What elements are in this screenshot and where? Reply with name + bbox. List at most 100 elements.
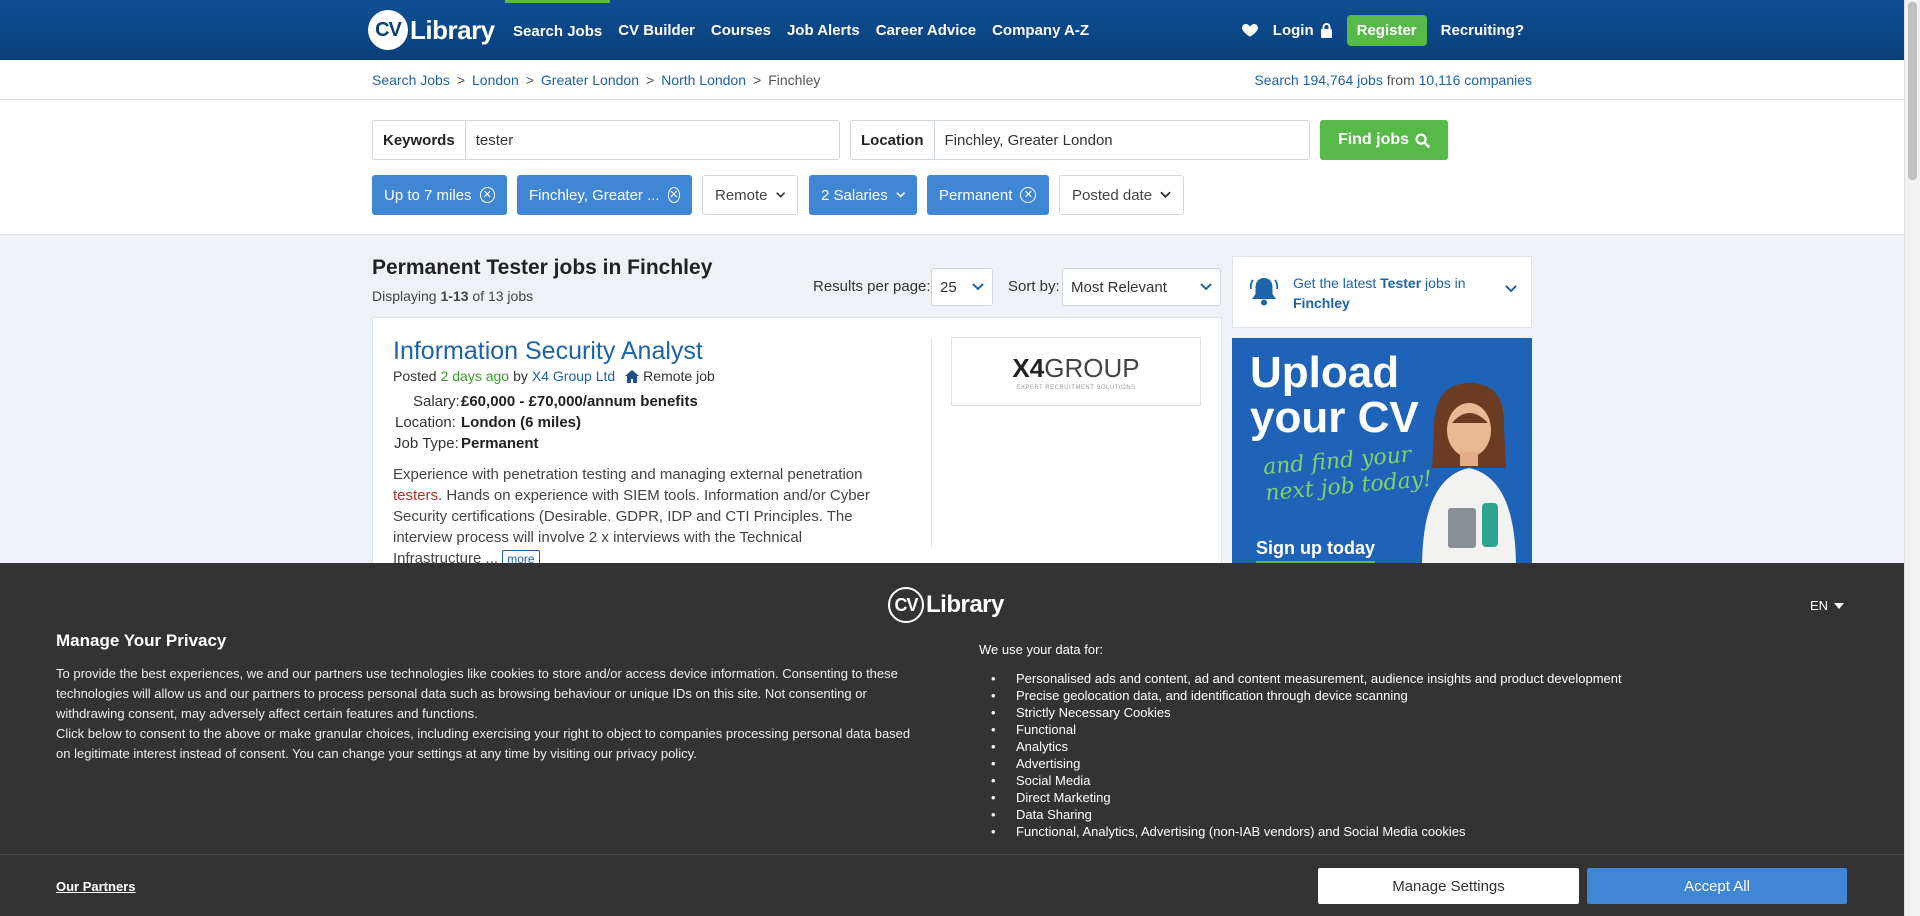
results-per-page-label: Results per page:: [813, 278, 931, 295]
login-link[interactable]: Login: [1273, 22, 1333, 39]
privacy-consent-banner: CV Library EN Manage Your Privacy To pro…: [0, 563, 1904, 916]
keywords-label: Keywords: [373, 121, 466, 159]
find-jobs-label: Find jobs: [1337, 131, 1410, 148]
breadcrumb-separator: >: [753, 72, 762, 88]
filter-label: Up to 7 miles: [384, 186, 472, 204]
job-title-link[interactable]: Information Security Analyst: [393, 337, 703, 366]
scrollbar-thumb[interactable]: [1908, 2, 1917, 180]
page-scrollbar[interactable]: [1904, 0, 1920, 916]
nav-search-jobs[interactable]: Search Jobs: [505, 0, 611, 60]
bell-icon: [1249, 278, 1279, 306]
remove-filter-icon[interactable]: ✕: [479, 187, 495, 203]
nav-cv-builder[interactable]: CV Builder: [610, 0, 703, 60]
consent-description: To provide the best experiences, we and …: [56, 664, 926, 764]
location-label: Location:: [395, 414, 456, 431]
list-item: Functional: [991, 721, 1622, 738]
remove-filter-icon[interactable]: ✕: [1020, 187, 1037, 203]
sort-select[interactable]: Most Relevant: [1062, 268, 1221, 306]
location-input[interactable]: [934, 121, 1305, 159]
data-uses-list: Personalised ads and content, ad and con…: [991, 670, 1622, 840]
find-jobs-button[interactable]: Find jobs: [1320, 120, 1448, 160]
woman-illustration: [1422, 383, 1516, 563]
nav-company-a-z[interactable]: Company A-Z: [984, 0, 1097, 60]
manage-settings-button[interactable]: Manage Settings: [1318, 868, 1579, 904]
lock-icon: [1320, 22, 1332, 38]
register-button[interactable]: Register: [1346, 14, 1427, 46]
filter-posted-date[interactable]: Posted date: [1059, 175, 1184, 215]
salary-label: Salary:: [413, 393, 460, 410]
stats-companies-link[interactable]: 10,116 companies: [1419, 72, 1532, 88]
recruiting-link[interactable]: Recruiting?: [1441, 22, 1524, 39]
by-label: by: [513, 368, 528, 384]
results-per-page-value: 25: [940, 278, 957, 296]
keywords-field: Keywords: [372, 120, 840, 160]
job-type-value: Permanent: [461, 435, 539, 452]
job-alert-box[interactable]: Get the latest Tester jobs in Finchley: [1232, 256, 1532, 328]
results-displaying: Displaying: [372, 288, 437, 304]
page-title: Permanent Tester jobs in Finchley: [372, 256, 713, 279]
location-value: London (6 miles): [461, 414, 581, 431]
logo-mark: CV: [368, 10, 408, 50]
job-type-label: Job Type:: [394, 435, 459, 452]
nav-job-alerts[interactable]: Job Alerts: [779, 0, 868, 60]
results-total: of 13 jobs: [472, 288, 534, 304]
breadcrumb-greater-london[interactable]: Greater London: [541, 72, 639, 88]
remove-filter-icon[interactable]: ✕: [667, 187, 680, 203]
sort-label: Sort by:: [1008, 278, 1060, 295]
job-card: Information Security Analyst Posted 2 da…: [372, 317, 1222, 568]
chevron-down-icon: [775, 192, 785, 198]
nav-career-advice[interactable]: Career Advice: [868, 0, 984, 60]
nav-courses[interactable]: Courses: [703, 0, 779, 60]
breadcrumb-separator: >: [646, 72, 655, 88]
filter-label: Finchley, Greater ...: [529, 186, 660, 204]
ad-sign-up-button[interactable]: Sign up today: [1256, 538, 1375, 563]
filter-remote[interactable]: Remote: [702, 175, 798, 215]
job-meta: Posted 2 days ago by X4 Group Ltd Remote…: [393, 368, 715, 384]
heart-icon[interactable]: [1241, 21, 1259, 39]
company-link[interactable]: X4 Group Ltd: [532, 368, 615, 384]
list-item: Precise geolocation data, and identifica…: [991, 687, 1622, 704]
company-logo[interactable]: X4GROUP EXPERT RECRUITMENT SOLUTIONS: [951, 337, 1201, 406]
filter-label: Remote: [715, 186, 768, 204]
home-icon: [625, 369, 640, 383]
list-item: Analytics: [991, 738, 1622, 755]
language-value: EN: [1809, 598, 1828, 613]
language-select[interactable]: EN: [1810, 598, 1844, 613]
filter-distance[interactable]: Up to 7 miles ✕: [372, 175, 507, 215]
our-partners-link[interactable]: Our Partners: [56, 879, 135, 894]
keywords-input[interactable]: [465, 121, 839, 159]
desc-part-1: Experience with penetration testing and …: [393, 466, 863, 483]
location-label: Location: [851, 121, 935, 159]
chevron-down-icon: [1160, 191, 1171, 199]
consent-paragraph: Click below to consent to the above or m…: [56, 726, 911, 761]
site-logo[interactable]: CV Library: [368, 8, 495, 52]
accept-all-button[interactable]: Accept All: [1587, 868, 1847, 904]
logo-wordmark: Library: [926, 591, 1004, 618]
stats-jobs-link[interactable]: 194,764 jobs: [1303, 72, 1383, 88]
filter-label: 2 Salaries: [821, 186, 888, 204]
job-alert-text: Get the latest Tester jobs in Finchley: [1293, 275, 1466, 311]
list-item: Social Media: [991, 772, 1622, 789]
consent-paragraph: To provide the best experiences, we and …: [56, 666, 898, 721]
desc-highlight: testers: [393, 487, 439, 504]
filter-location[interactable]: Finchley, Greater ... ✕: [517, 175, 692, 215]
list-item: Functional, Analytics, Advertising (non-…: [991, 823, 1622, 840]
site-header: CV Library Search Jobs CV Builder Course…: [0, 0, 1904, 60]
account-nav: Login Register Recruiting?: [1241, 0, 1524, 60]
list-item: Data Sharing: [991, 806, 1622, 823]
filter-salary[interactable]: 2 Salaries: [809, 175, 917, 215]
ad-headline: Upload your CV: [1250, 348, 1419, 442]
divider: [0, 854, 1904, 855]
sort-value: Most Relevant: [1071, 278, 1167, 296]
list-item: Advertising: [991, 755, 1622, 772]
breadcrumb-search-jobs[interactable]: Search Jobs: [372, 72, 450, 88]
salary-value: £60,000 - £70,000/annum benefits: [461, 393, 698, 410]
results-range: 1-13: [440, 288, 469, 304]
filter-job-type[interactable]: Permanent ✕: [927, 175, 1049, 215]
breadcrumb-london[interactable]: London: [472, 72, 519, 88]
results-per-page-select[interactable]: 25: [931, 268, 993, 306]
chevron-down-icon: [895, 192, 905, 198]
stats-prefix: Search: [1254, 72, 1299, 88]
upload-cv-ad[interactable]: Upload your CV and find your next job toda…: [1232, 338, 1532, 563]
breadcrumb-north-london[interactable]: North London: [661, 72, 746, 88]
